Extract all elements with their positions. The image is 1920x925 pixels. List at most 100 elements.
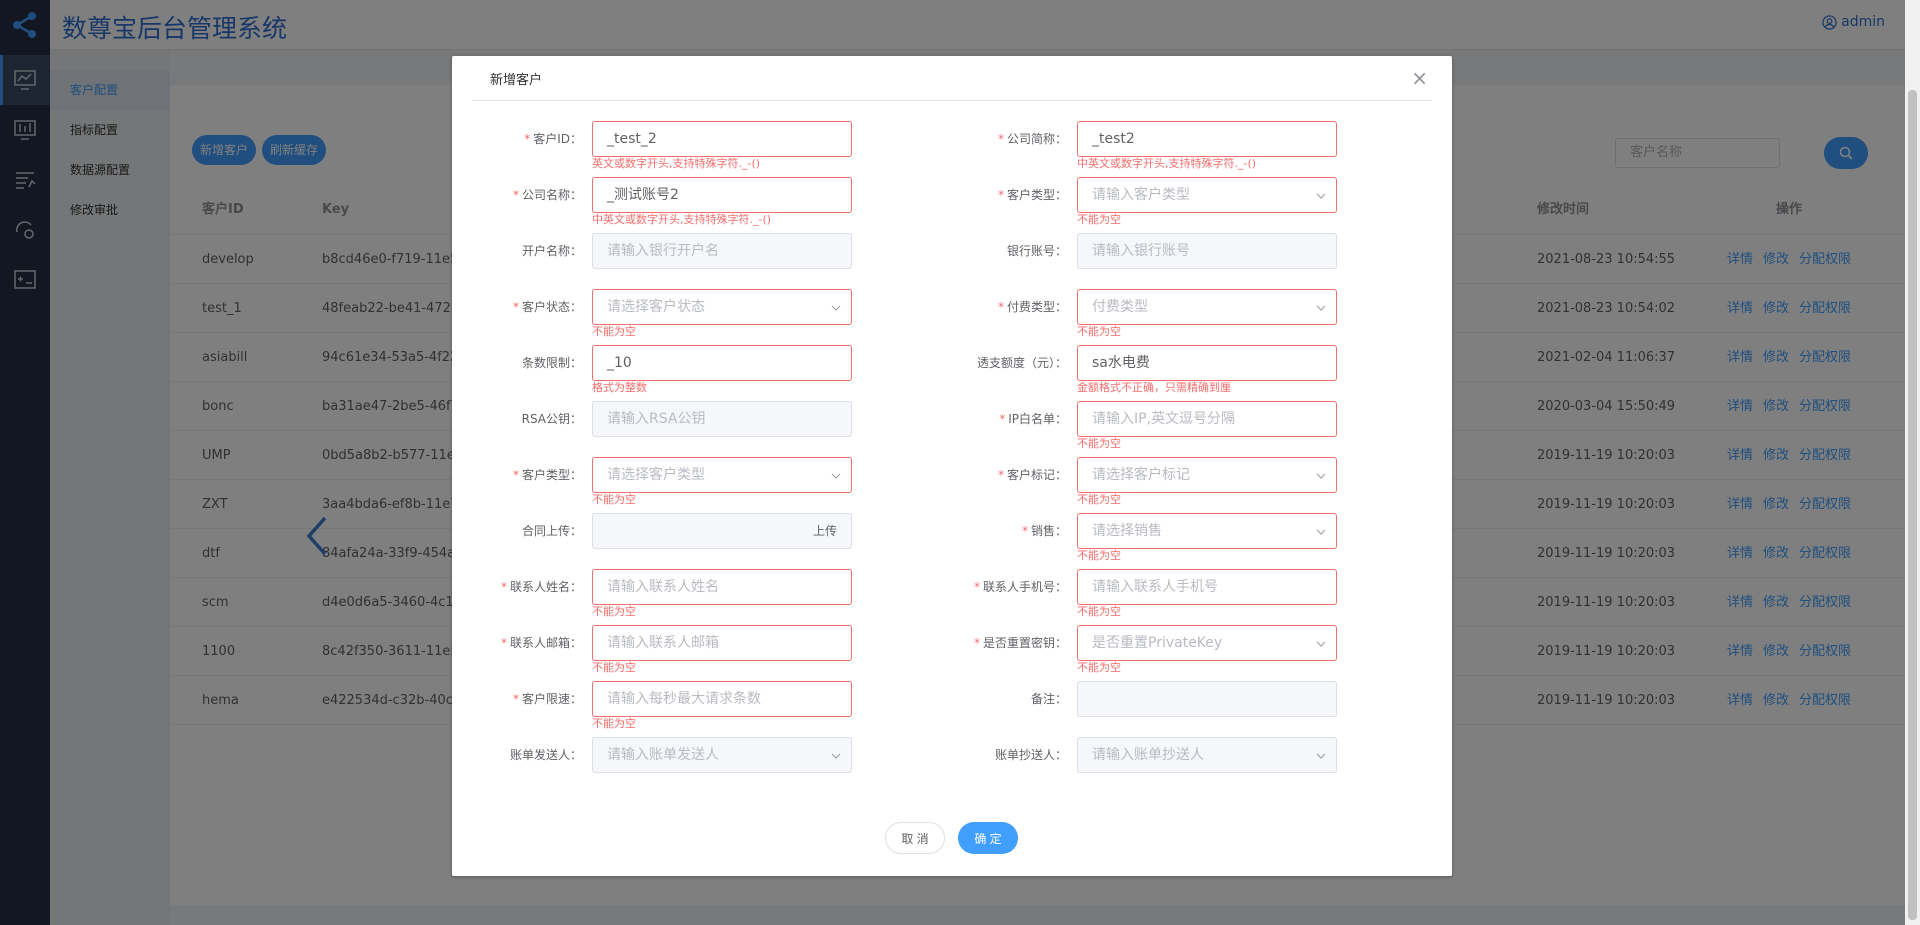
required-mark: * [997,188,1004,202]
scrollbar-thumb[interactable] [1908,90,1917,920]
field-label: * 付费类型： [937,289,1067,325]
field-input[interactable]: 请输入联系人姓名 [592,569,852,605]
field-label-text: 备注： [1030,692,1067,706]
field-label: 账单发送人： [452,737,582,773]
dialog-title: 新增客户 [490,73,543,88]
field-input[interactable]: 请输入联系人手机号 [1077,569,1337,605]
field-select[interactable]: 请选择客户标记 [1077,457,1337,493]
field-placeholder: 是否重置PrivateKey [1092,635,1223,651]
field-placeholder: 请选择客户状态 [607,299,705,315]
field-input[interactable]: 请输入每秒最大请求条数 [592,681,852,717]
field-label: * 客户标记： [937,457,1067,493]
field-placeholder: 请输入每秒最大请求条数 [607,691,761,707]
field-placeholder: 请输入银行账号 [1092,243,1190,259]
chevron-down-icon [1316,738,1326,772]
field-label-text: 银行账号： [1006,244,1067,258]
field-input[interactable]: _10 [592,345,852,381]
field-label-text: 客户类型： [521,468,582,482]
field-input[interactable]: 请输入RSA公钥 [592,401,852,437]
field-input[interactable]: 请输入联系人邮箱 [592,625,852,661]
field-error: 中英文或数字开头,支持特殊字符._-() [592,213,772,226]
field-label: 合同上传： [452,513,582,549]
field-input[interactable]: 上传 [592,513,852,549]
field-select[interactable]: 是否重置PrivateKey [1077,625,1337,661]
chevron-down-icon [1316,626,1326,660]
field-input[interactable]: 请输入IP,英文逗号分隔 [1077,401,1337,437]
field-label: * 是否重置密钥： [937,625,1067,661]
required-mark: * [524,132,531,146]
field-error: 不能为空 [592,605,636,618]
chevron-down-icon [831,738,841,772]
field-label-text: 联系人手机号： [982,580,1067,594]
field-error: 不能为空 [1077,493,1121,506]
field-select[interactable]: 请输入客户类型 [1077,177,1337,213]
field-label: * 公司名称： [452,177,582,213]
field-select[interactable]: 付费类型 [1077,289,1337,325]
field-placeholder: 请输入账单抄送人 [1092,747,1204,763]
field-placeholder: 请选择客户标记 [1092,467,1190,483]
field-label-text: 合同上传： [521,524,582,538]
confirm-button[interactable]: 确 定 [958,822,1018,854]
field-placeholder: 付费类型 [1092,299,1148,315]
add-customer-dialog: 新增客户 × * 客户ID： _test_2 英文或数字开头,支持特殊字符._-() *… [452,56,1452,876]
field-label: * IP白名单： [937,401,1067,437]
field-label-text: 条数限制： [521,356,582,370]
field-error: 中英文或数字开头,支持特殊字符._-() [1077,157,1257,170]
required-mark: * [973,636,980,650]
field-label: * 客户状态： [452,289,582,325]
field-label: * 客户类型： [937,177,1067,213]
field-label-text: 联系人姓名： [509,580,582,594]
field-error: 不能为空 [592,325,636,338]
field-label-text: 开户名称： [521,244,582,258]
field-value: sa水电费 [1092,355,1150,371]
field-select[interactable]: 请输入账单抄送人 [1077,737,1337,773]
field-label: * 客户ID： [452,121,582,157]
field-label: 账单抄送人： [937,737,1067,773]
field-input[interactable]: 请输入银行开户名 [592,233,852,269]
field-select[interactable]: 请选择销售 [1077,513,1337,549]
field-label: * 联系人邮箱： [452,625,582,661]
field-select[interactable]: 请选择客户状态 [592,289,852,325]
field-label-text: 客户标记： [1006,468,1067,482]
field-select[interactable]: 请选择客户类型 [592,457,852,493]
field-error: 不能为空 [592,717,636,730]
chevron-down-icon [1316,514,1326,548]
field-label: 条数限制： [452,345,582,381]
required-mark: * [973,580,980,594]
field-label-text: 公司名称： [521,188,582,202]
field-placeholder: 请选择客户类型 [607,467,705,483]
field-placeholder: 请输入RSA公钥 [607,411,706,427]
field-input[interactable]: _test2 [1077,121,1337,157]
required-mark: * [512,188,519,202]
field-error: 金额格式不正确，只需精确到厘 [1077,381,1231,394]
field-input[interactable]: 请输入银行账号 [1077,233,1337,269]
field-input[interactable] [1077,681,1337,717]
upload-button[interactable]: 上传 [813,514,837,548]
field-label: 开户名称： [452,233,582,269]
field-placeholder: 请输入账单发送人 [607,747,719,763]
field-label-text: 客户状态： [521,300,582,314]
field-label-text: 客户类型： [1006,188,1067,202]
field-input[interactable]: _测试账号2 [592,177,852,213]
required-mark: * [500,636,507,650]
chevron-down-icon [1316,178,1326,212]
chevron-down-icon [831,290,841,324]
field-placeholder: 请选择销售 [1092,523,1162,539]
field-error: 不能为空 [1077,213,1121,226]
field-label-text: 透支额度（元）： [976,356,1067,370]
field-label: 银行账号： [937,233,1067,269]
field-error: 不能为空 [1077,661,1121,674]
field-label-text: RSA公钥： [521,412,582,426]
close-icon[interactable]: × [1411,68,1428,88]
field-label-text: 客户限速： [521,692,582,706]
field-select[interactable]: 请输入账单发送人 [592,737,852,773]
page-scrollbar[interactable] [1905,0,1920,925]
cancel-button[interactable]: 取 消 [885,822,945,854]
field-input[interactable]: sa水电费 [1077,345,1337,381]
field-placeholder: 请输入联系人手机号 [1092,579,1218,595]
field-input[interactable]: _test_2 [592,121,852,157]
required-mark: * [997,300,1004,314]
field-value: _test_2 [607,131,657,147]
required-mark: * [512,692,519,706]
field-label: 透支额度（元）： [937,345,1067,381]
